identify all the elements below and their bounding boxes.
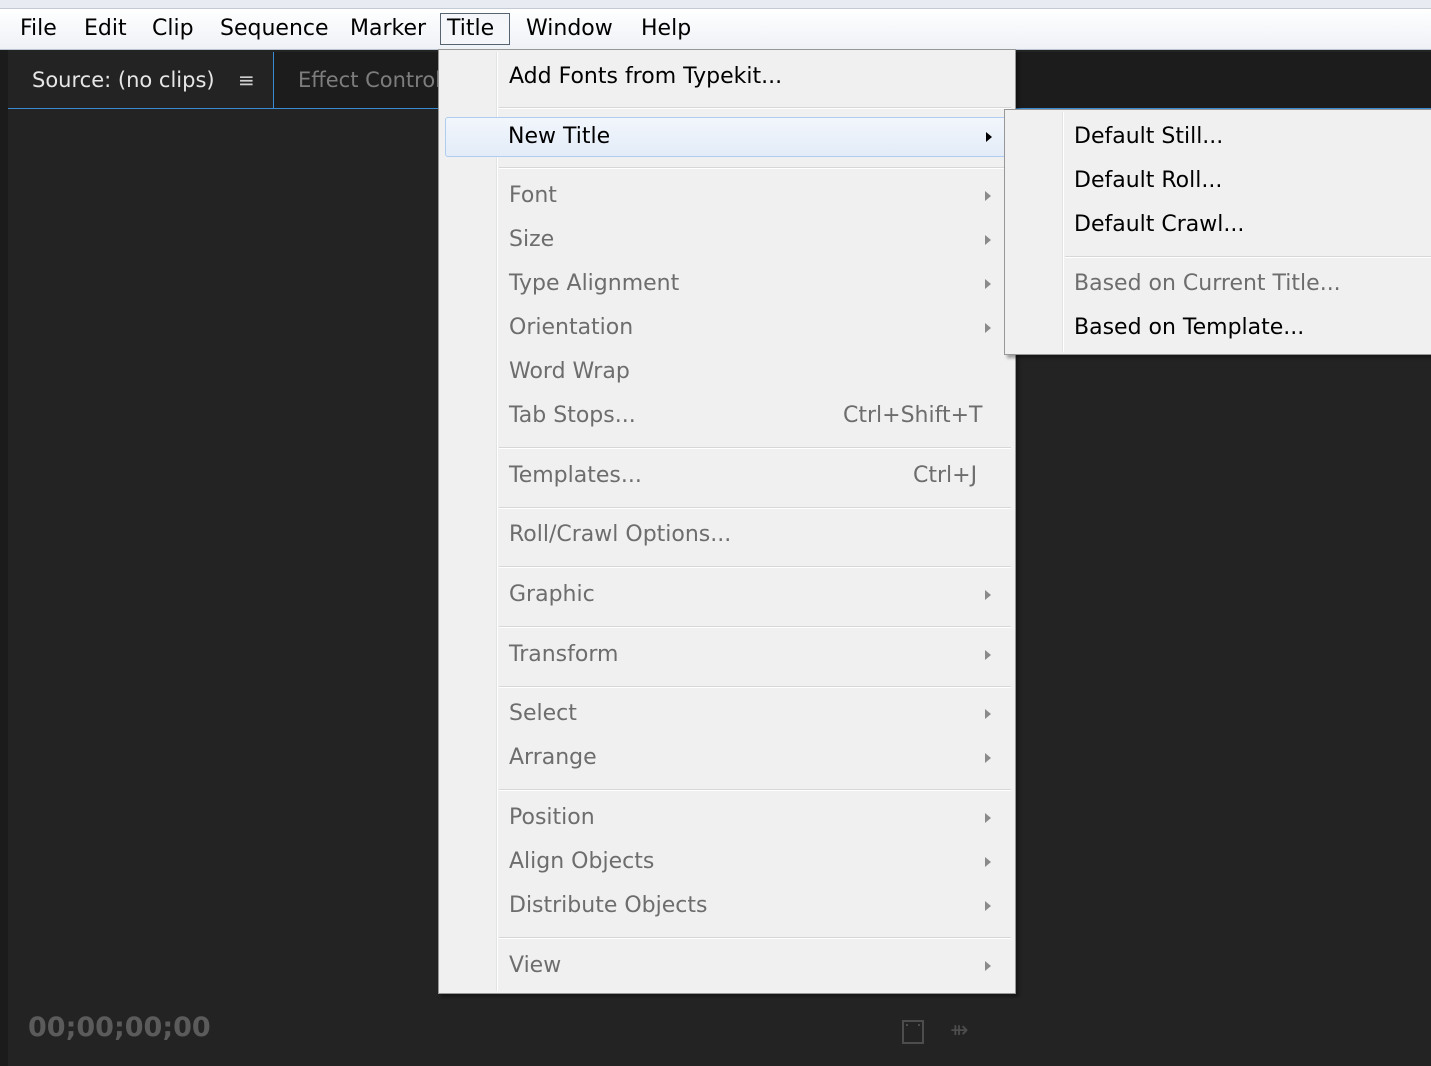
shortcut-label: Ctrl+Shift+T: [843, 403, 983, 428]
submenu-arrow-icon: [985, 323, 991, 333]
menu-edit[interactable]: Edit: [78, 13, 133, 45]
menu-sequence[interactable]: Sequence: [214, 13, 335, 45]
menu-item-default-roll[interactable]: Default Roll...: [1007, 162, 1429, 200]
menu-item-arrange[interactable]: Arrange: [441, 739, 1013, 777]
menu-separator: [499, 107, 1011, 109]
menu-item-word-wrap[interactable]: Word Wrap: [441, 353, 1013, 391]
menu-clip[interactable]: Clip: [146, 13, 200, 45]
submenu-arrow-icon: [985, 813, 991, 823]
menu-separator: [499, 167, 1011, 169]
shortcut-label: Ctrl+J: [913, 463, 978, 488]
menu-item-type-alignment[interactable]: Type Alignment: [441, 265, 1013, 303]
submenu-arrow-icon: [985, 650, 991, 660]
menu-separator: [499, 507, 1011, 509]
menu-title[interactable]: Title: [440, 13, 510, 45]
menu-item-roll-crawl[interactable]: Roll/Crawl Options...: [441, 516, 1013, 554]
menu-item-font[interactable]: Font: [441, 177, 1013, 215]
menu-separator: [1065, 256, 1431, 258]
menu-file[interactable]: File: [14, 13, 63, 45]
menu-item-transform[interactable]: Transform: [441, 636, 1013, 674]
window-top-strip: [0, 0, 1431, 9]
menu-window[interactable]: Window: [520, 13, 619, 45]
timecode[interactable]: 00;00;00;00: [28, 1012, 211, 1043]
menu-separator: [499, 937, 1011, 939]
menu-item-view[interactable]: View: [441, 947, 1013, 985]
tab-effect-controls[interactable]: Effect Control: [298, 52, 441, 108]
new-title-submenu: Default Still... Default Roll... Default…: [1004, 109, 1431, 355]
menu-separator: [499, 626, 1011, 628]
submenu-arrow-icon: [985, 279, 991, 289]
submenu-arrow-icon: [986, 132, 992, 142]
menu-marker[interactable]: Marker: [344, 13, 432, 45]
menu-help[interactable]: Help: [635, 13, 697, 45]
submenu-arrow-icon: [985, 857, 991, 867]
menubar: File Edit Clip Sequence Marker Title Win…: [0, 9, 1431, 50]
menu-item-size[interactable]: Size: [441, 221, 1013, 259]
menu-item-select[interactable]: Select: [441, 695, 1013, 733]
menu-item-based-on-current-title[interactable]: Based on Current Title...: [1007, 265, 1429, 303]
menu-item-templates[interactable]: Templates... Ctrl+J: [441, 457, 1013, 495]
menu-separator: [499, 686, 1011, 688]
menu-item-tab-stops[interactable]: Tab Stops... Ctrl+Shift+T: [441, 397, 1013, 435]
panel-menu-icon[interactable]: ≡: [238, 52, 255, 108]
menu-separator: [499, 566, 1011, 568]
submenu-arrow-icon: [985, 235, 991, 245]
menu-item-align-objects[interactable]: Align Objects: [441, 843, 1013, 881]
tab-source[interactable]: Source: (no clips): [8, 52, 274, 108]
menu-item-default-still[interactable]: Default Still...: [1007, 118, 1429, 156]
submenu-arrow-icon: [985, 753, 991, 763]
menu-item-distribute-objects[interactable]: Distribute Objects: [441, 887, 1013, 925]
menu-item-position[interactable]: Position: [441, 799, 1013, 837]
submenu-arrow-icon: [985, 191, 991, 201]
menu-separator: [499, 447, 1011, 449]
menu-item-new-title[interactable]: New Title: [445, 117, 1009, 157]
menu-item-orientation[interactable]: Orientation: [441, 309, 1013, 347]
menu-item-graphic[interactable]: Graphic: [441, 576, 1013, 614]
title-menu: Add Fonts from Typekit... New Title Font…: [438, 49, 1016, 994]
panel-left-border: [0, 50, 8, 1066]
submenu-arrow-icon: [985, 709, 991, 719]
film-strip-icon[interactable]: [902, 1020, 924, 1044]
menu-separator: [499, 789, 1011, 791]
menu-item-add-fonts[interactable]: Add Fonts from Typekit...: [441, 58, 1013, 96]
menu-item-default-crawl[interactable]: Default Crawl...: [1007, 206, 1429, 244]
menu-item-based-on-template[interactable]: Based on Template...: [1007, 309, 1429, 347]
insert-icon[interactable]: ⇻: [950, 1018, 968, 1043]
submenu-arrow-icon: [985, 590, 991, 600]
submenu-arrow-icon: [985, 961, 991, 971]
submenu-arrow-icon: [985, 901, 991, 911]
